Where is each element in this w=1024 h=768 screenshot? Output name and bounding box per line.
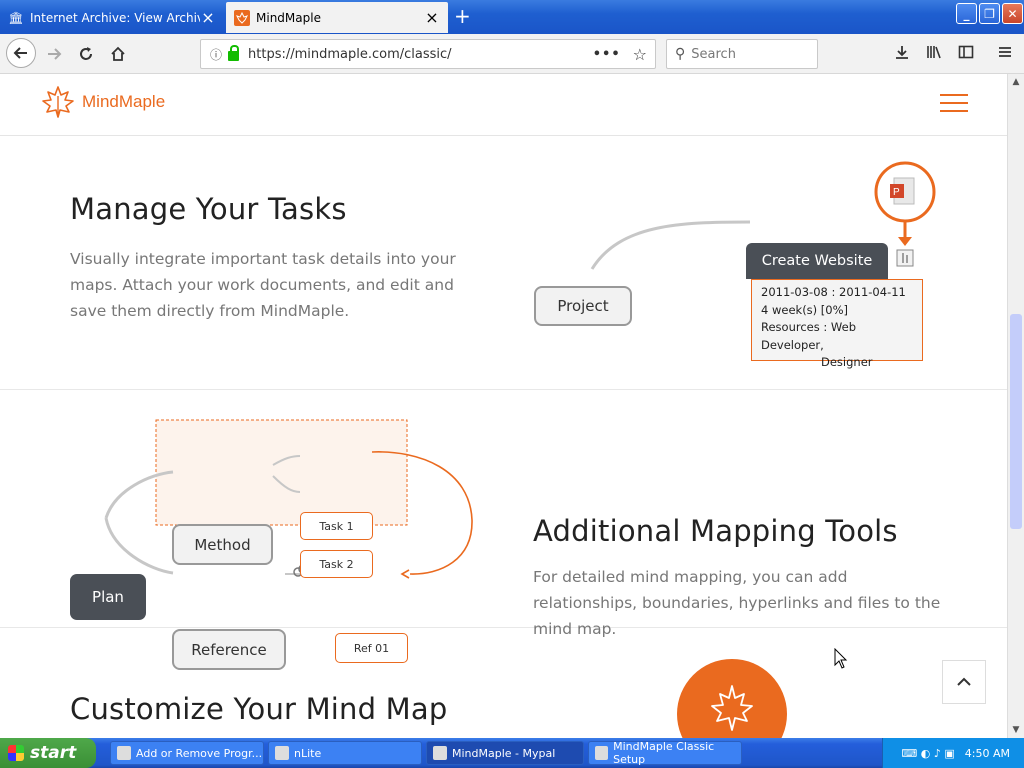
close-tab-icon[interactable]: × <box>200 8 216 27</box>
lock-icon <box>228 45 240 61</box>
taskbar-item-mindmaple-setup[interactable]: MindMaple Classic Setup <box>588 740 742 766</box>
forward-arrow-icon <box>48 48 62 60</box>
back-to-top-button[interactable] <box>942 660 986 704</box>
scroll-down-arrow-icon[interactable]: ▼ <box>1008 722 1024 738</box>
browser-tab-strip: 🏛 Internet Archive: View Archive × MindM… <box>0 0 1024 34</box>
back-arrow-icon <box>13 47 27 59</box>
page-content: MindMaple Manage Your Tasks Visually int… <box>0 74 1007 738</box>
address-bar[interactable]: ⓘ https://mindmaple.com/classic/ ••• ☆ <box>200 39 656 69</box>
section-manage-tasks: Manage Your Tasks Visually integrate imp… <box>0 136 1007 390</box>
section-description: Visually integrate important task detail… <box>70 250 456 320</box>
node-project: Project <box>534 286 632 326</box>
maximize-button[interactable]: ❐ <box>979 3 1000 24</box>
close-tab-icon[interactable]: × <box>424 8 440 27</box>
site-header: MindMaple <box>0 74 1007 136</box>
start-button[interactable]: start <box>0 738 96 768</box>
mypal-icon <box>433 746 447 760</box>
minimize-button[interactable]: _ <box>956 3 977 24</box>
tab-label: MindMaple <box>256 10 321 25</box>
search-input[interactable]: ⚲ Search <box>666 39 818 69</box>
section-title: Customize Your Mind Map <box>70 692 448 726</box>
archive-icon: 🏛 <box>8 10 24 25</box>
taskbar-item-nlite[interactable]: nLite <box>268 741 422 765</box>
task-info-box: 2011-03-08 : 2011-04-11 4 week(s) [0%] R… <box>751 279 923 369</box>
url-text[interactable]: https://mindmaple.com/classic/ <box>248 47 593 62</box>
taskbar-item-mindmaple-mypal[interactable]: MindMaple - Mypal <box>426 741 584 765</box>
mindmaple-favicon <box>234 9 250 26</box>
back-button[interactable] <box>6 38 36 68</box>
download-icon[interactable] <box>894 44 910 64</box>
attachment-clip-icon <box>896 249 914 267</box>
menu-icon[interactable] <box>998 44 1012 64</box>
section-title: Manage Your Tasks <box>70 192 347 226</box>
customize-leaf-badge <box>677 659 787 738</box>
home-icon <box>111 46 125 61</box>
page-scrollbar[interactable]: ▲ ▼ <box>1007 74 1024 738</box>
section-title: Additional Mapping Tools <box>533 514 898 548</box>
node-task-2: Task 2 <box>300 550 373 578</box>
search-placeholder: Search <box>691 46 736 62</box>
svg-text:P: P <box>893 187 900 198</box>
scrollbar-thumb[interactable] <box>1010 314 1022 529</box>
tab-mindmaple[interactable]: MindMaple × <box>226 2 448 33</box>
home-button[interactable] <box>104 40 132 68</box>
forward-button[interactable] <box>40 40 68 68</box>
bookmark-star-icon[interactable]: ☆ <box>633 45 647 64</box>
node-create-website: Create Website <box>746 243 888 279</box>
close-window-button[interactable]: ✕ <box>1002 3 1023 24</box>
page-actions-icon[interactable]: ••• <box>593 47 621 62</box>
powerpoint-attachment-icon: P <box>874 161 936 246</box>
node-task-1: Task 1 <box>300 512 373 540</box>
windows-flag-icon <box>8 745 24 761</box>
section-customize: Customize Your Mind Map <box>0 628 1007 738</box>
control-panel-icon <box>117 746 131 760</box>
setup-icon <box>595 746 609 760</box>
taskbar-item-add-remove[interactable]: Add or Remove Progr... <box>110 741 264 765</box>
navigation-toolbar: ⓘ https://mindmaple.com/classic/ ••• ☆ ⚲… <box>0 34 1024 74</box>
nlite-icon <box>275 746 289 760</box>
section-mapping-tools: Plan Method Task 1 Task 2 Reference Ref … <box>0 390 1007 670</box>
sidebar-icon[interactable] <box>958 44 974 64</box>
info-icon[interactable]: ⓘ <box>210 46 222 63</box>
node-plan: Plan <box>70 574 146 620</box>
tab-label: Internet Archive: View Archive <box>30 10 200 25</box>
brand-name: MindMaple <box>82 92 166 111</box>
tray-icons[interactable]: ⌨ ◐ ♪ ▣ <box>901 747 954 760</box>
tab-internet-archive[interactable]: 🏛 Internet Archive: View Archive × <box>0 2 224 33</box>
search-icon: ⚲ <box>675 46 686 62</box>
reload-icon <box>80 47 92 60</box>
clock: 4:50 AM <box>964 746 1010 760</box>
new-tab-button[interactable]: + <box>454 4 471 28</box>
chevron-up-icon <box>957 677 971 686</box>
hamburger-menu-icon[interactable] <box>940 94 968 114</box>
scroll-up-arrow-icon[interactable]: ▲ <box>1008 74 1024 90</box>
maple-leaf-icon <box>42 86 74 118</box>
os-taskbar: start Add or Remove Progr... nLite MindM… <box>0 738 1024 768</box>
library-icon[interactable] <box>926 44 942 64</box>
boundary-box <box>155 419 408 526</box>
system-tray: ⌨ ◐ ♪ ▣ 4:50 AM <box>882 738 1024 768</box>
reload-button[interactable] <box>72 40 100 68</box>
site-logo[interactable]: MindMaple <box>40 84 165 120</box>
node-method: Method <box>172 524 273 565</box>
